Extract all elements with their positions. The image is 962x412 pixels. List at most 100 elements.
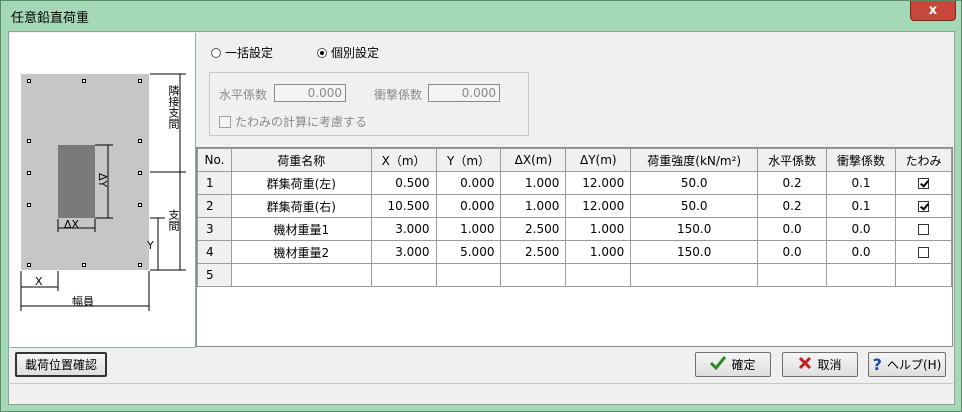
header-horizontal-coef: 水平係数 bbox=[757, 148, 828, 172]
help-label: ヘルプ(H) bbox=[886, 358, 942, 372]
title-bar: 任意鉛直荷重 x bbox=[1, 1, 961, 29]
cell-impact-coef[interactable] bbox=[826, 263, 896, 287]
cell-horizontal-coef[interactable]: 0.2 bbox=[757, 171, 828, 195]
cell-horizontal-coef[interactable]: 0.0 bbox=[757, 240, 828, 264]
cell-dy[interactable]: 1.000 bbox=[565, 217, 632, 241]
cell-strength[interactable]: 50.0 bbox=[630, 194, 759, 218]
cell-horizontal-coef[interactable]: 0.2 bbox=[757, 194, 828, 218]
load-rect bbox=[58, 145, 95, 218]
row-number[interactable]: 2 bbox=[197, 194, 232, 218]
cell-impact-coef[interactable]: 0.1 bbox=[826, 194, 896, 218]
cell-dx[interactable]: 1.000 bbox=[500, 194, 567, 218]
header-name: 荷重名称 bbox=[230, 148, 372, 172]
cell-horizontal-coef[interactable]: 0.0 bbox=[757, 217, 828, 241]
cell-dy[interactable]: 1.000 bbox=[565, 240, 632, 264]
dialog-client: 隣接支間 支間 ΔY Y ΔX X 幅員 一括設定 個別設定 水平係数 0.00… bbox=[8, 31, 955, 405]
table-header-row: No. 荷重名称 X（m） Y（m） ΔX(m) ΔY(m) 荷重強度(kN/m… bbox=[197, 148, 953, 172]
table-row[interactable]: 1 群集荷重(左) 0.500 0.000 1.000 12.000 50.0 … bbox=[197, 171, 953, 195]
cell-strength[interactable]: 150.0 bbox=[630, 240, 759, 264]
cell-impact-coef[interactable]: 0.0 bbox=[826, 217, 896, 241]
deflection-row-checkbox[interactable] bbox=[917, 224, 929, 235]
horizontal-coef-label: 水平係数 bbox=[219, 88, 268, 102]
cell-x[interactable]: 3.000 bbox=[370, 217, 437, 241]
cell-x[interactable] bbox=[370, 263, 437, 287]
cell-y[interactable]: 0.000 bbox=[435, 194, 502, 218]
impact-coef-input[interactable]: 0.000 bbox=[428, 84, 500, 102]
cell-impact-coef[interactable]: 0.0 bbox=[826, 240, 896, 264]
deflection-row-checkbox[interactable] bbox=[917, 178, 929, 189]
radio-individual-dot[interactable] bbox=[317, 47, 327, 58]
deflection-row-checkbox[interactable] bbox=[917, 247, 929, 258]
cell-y[interactable]: 1.000 bbox=[435, 217, 502, 241]
cell-dx[interactable] bbox=[500, 263, 567, 287]
deflection-checkbox-box[interactable] bbox=[219, 115, 231, 128]
cell-name[interactable]: 機材重量2 bbox=[230, 240, 372, 264]
help-button[interactable]: ? ヘルプ(H) bbox=[868, 352, 946, 377]
cell-dy[interactable]: 12.000 bbox=[565, 194, 632, 218]
window-title: 任意鉛直荷重 bbox=[11, 11, 90, 26]
load-position-diagram: 隣接支間 支間 ΔY Y ΔX X 幅員 bbox=[10, 33, 196, 348]
cell-dx[interactable]: 2.500 bbox=[500, 217, 567, 241]
cell-impact-coef[interactable]: 0.1 bbox=[826, 171, 896, 195]
cell-x[interactable]: 3.000 bbox=[370, 240, 437, 264]
table-row[interactable]: 5 bbox=[197, 263, 953, 287]
row-number[interactable]: 4 bbox=[197, 240, 232, 264]
radio-individual-setting[interactable]: 個別設定 bbox=[317, 44, 379, 61]
width-label: 幅員 bbox=[72, 295, 94, 308]
row-number[interactable]: 3 bbox=[197, 217, 232, 241]
cell-strength[interactable] bbox=[630, 263, 759, 287]
ok-label: 確定 bbox=[731, 358, 756, 372]
cell-deflection[interactable] bbox=[894, 263, 953, 287]
ok-button[interactable]: 確定 bbox=[695, 352, 771, 377]
cell-name[interactable]: 機材重量1 bbox=[230, 217, 372, 241]
cell-dy[interactable]: 12.000 bbox=[565, 171, 632, 195]
radio-bulk-dot[interactable] bbox=[211, 47, 221, 58]
cell-strength[interactable]: 150.0 bbox=[630, 217, 759, 241]
cell-horizontal-coef[interactable] bbox=[757, 263, 828, 287]
deflection-checkbox[interactable]: たわみの計算に考慮する bbox=[219, 113, 367, 130]
status-bar bbox=[10, 383, 953, 403]
cell-y[interactable]: 0.000 bbox=[435, 171, 502, 195]
cell-name[interactable]: 群集荷重(右) bbox=[230, 194, 372, 218]
impact-coef-label: 衝撃係数 bbox=[374, 88, 423, 102]
cell-dx[interactable]: 2.500 bbox=[500, 240, 567, 264]
header-dy: ΔY(m) bbox=[565, 148, 632, 172]
row-number[interactable]: 5 bbox=[197, 263, 232, 287]
y-label: Y bbox=[147, 239, 154, 252]
header-x: X（m） bbox=[370, 148, 437, 172]
load-table: No. 荷重名称 X（m） Y（m） ΔX(m) ΔY(m) 荷重強度(kN/m… bbox=[197, 148, 953, 287]
header-y: Y（m） bbox=[435, 148, 502, 172]
deflection-checkbox-label: たわみの計算に考慮する bbox=[235, 115, 368, 129]
cell-dx[interactable]: 1.000 bbox=[500, 171, 567, 195]
cell-x[interactable]: 0.500 bbox=[370, 171, 437, 195]
cell-y[interactable] bbox=[435, 263, 502, 287]
cell-y[interactable]: 5.000 bbox=[435, 240, 502, 264]
cell-dy[interactable] bbox=[565, 263, 632, 287]
cell-deflection[interactable] bbox=[894, 217, 953, 241]
confirm-position-button[interactable]: 載荷位置確認 bbox=[15, 352, 107, 377]
cell-strength[interactable]: 50.0 bbox=[630, 171, 759, 195]
row-number[interactable]: 1 bbox=[197, 171, 232, 195]
cell-name[interactable]: 群集荷重(左) bbox=[230, 171, 372, 195]
dialog-window: 任意鉛直荷重 x 隣接支間 支間 ΔY Y ΔX X 幅員 一括設定 個別設定 … bbox=[0, 0, 962, 412]
header-deflection: たわみ bbox=[894, 148, 953, 172]
cancel-button[interactable]: 取消 bbox=[782, 352, 858, 377]
deflection-row-checkbox[interactable] bbox=[917, 201, 929, 212]
table-row[interactable]: 2 群集荷重(右) 10.500 0.000 1.000 12.000 50.0… bbox=[197, 194, 953, 218]
horizontal-coef-input[interactable]: 0.000 bbox=[274, 84, 346, 102]
radio-bulk-setting[interactable]: 一括設定 bbox=[211, 44, 273, 61]
cell-deflection[interactable] bbox=[894, 240, 953, 264]
cell-x[interactable]: 10.500 bbox=[370, 194, 437, 218]
cell-deflection[interactable] bbox=[894, 194, 953, 218]
table-row[interactable]: 4 機材重量2 3.000 5.000 2.500 1.000 150.0 0.… bbox=[197, 240, 953, 264]
radio-bulk-label: 一括設定 bbox=[225, 46, 274, 60]
span-label: 支間 bbox=[167, 209, 180, 231]
dx-label: ΔX bbox=[64, 218, 80, 231]
cell-deflection[interactable] bbox=[894, 171, 953, 195]
check-icon bbox=[710, 356, 727, 373]
diagram-canvas bbox=[20, 73, 186, 311]
cell-name[interactable] bbox=[230, 263, 372, 287]
close-button[interactable]: x bbox=[910, 1, 956, 21]
load-table-grid[interactable]: No. 荷重名称 X（m） Y（m） ΔX(m) ΔY(m) 荷重強度(kN/m… bbox=[196, 147, 953, 347]
table-row[interactable]: 3 機材重量1 3.000 1.000 2.500 1.000 150.0 0.… bbox=[197, 217, 953, 241]
